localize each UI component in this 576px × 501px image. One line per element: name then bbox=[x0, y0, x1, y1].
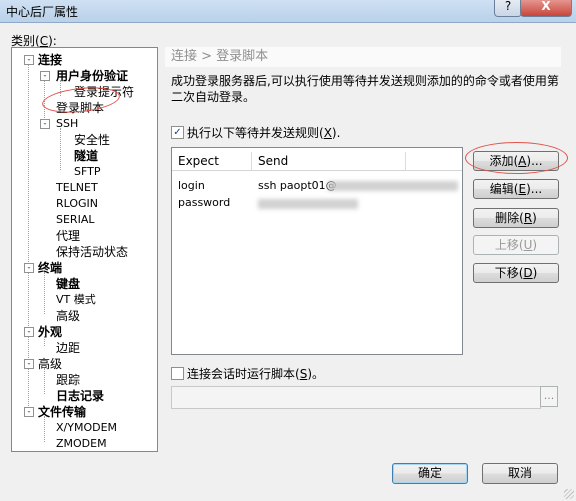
move-down-label: 下移( bbox=[494, 266, 524, 280]
rules-list-header: Expect Send bbox=[172, 152, 462, 171]
redacted-text bbox=[328, 181, 458, 191]
tree-item-terminal[interactable]: 终端 bbox=[38, 261, 62, 275]
tree-item-advanced[interactable]: 高级 bbox=[38, 357, 62, 371]
expect-send-label[interactable]: 执行以下等待并发送规则(X). bbox=[187, 124, 340, 141]
annotation-circle bbox=[465, 142, 568, 174]
tree-item-logging[interactable]: 日志记录 bbox=[56, 389, 104, 403]
tree-item-appearance[interactable]: 外观 bbox=[38, 325, 62, 339]
rules-list[interactable]: Expect Send login ssh paopt01@ password bbox=[171, 147, 463, 355]
window-title: 中心后厂属性 bbox=[6, 5, 79, 19]
column-separator[interactable] bbox=[405, 152, 406, 170]
delete-label: 删除( bbox=[495, 211, 524, 225]
tree-item-terminal-advanced[interactable]: 高级 bbox=[56, 309, 80, 323]
redacted-text bbox=[258, 199, 358, 209]
row-1-send[interactable]: ssh paopt01@ bbox=[258, 179, 337, 192]
tree-collapse-icon[interactable]: - bbox=[40, 119, 50, 129]
tree-item-security[interactable]: 安全性 bbox=[74, 133, 110, 147]
resize-grip[interactable] bbox=[564, 489, 574, 499]
move-up-label: 上移( bbox=[494, 238, 524, 252]
column-separator[interactable] bbox=[251, 152, 252, 170]
tree-item-zmodem[interactable]: ZMODEM bbox=[56, 437, 107, 451]
tree-collapse-icon[interactable]: - bbox=[24, 407, 34, 417]
tree-collapse-icon[interactable]: - bbox=[24, 55, 34, 65]
column-expect[interactable]: Expect bbox=[178, 154, 219, 168]
tree-connector bbox=[44, 416, 45, 442]
tree-collapse-icon[interactable]: - bbox=[40, 71, 50, 81]
tree-item-serial[interactable]: SERIAL bbox=[56, 213, 94, 227]
tree-item-file-transfer[interactable]: 文件传输 bbox=[38, 405, 86, 419]
delete-button[interactable]: 删除(R) bbox=[473, 208, 559, 228]
tree-collapse-icon[interactable]: - bbox=[24, 263, 34, 273]
expect-send-label-suffix: ). bbox=[331, 126, 341, 140]
category-tree[interactable]: - 连接 - 用户身份验证 登录提示符 登录脚本 - SSH 安全性 隧道 SF… bbox=[11, 47, 158, 452]
category-label-suffix: ): bbox=[48, 34, 57, 48]
browse-button[interactable]: ... bbox=[540, 386, 558, 407]
tree-item-margins[interactable]: 边距 bbox=[56, 341, 80, 355]
tree-item-ssh[interactable]: SSH bbox=[56, 117, 78, 131]
help-button[interactable]: ? bbox=[494, 0, 522, 17]
tree-item-rlogin[interactable]: RLOGIN bbox=[56, 197, 98, 211]
tree-item-sftp[interactable]: SFTP bbox=[74, 165, 100, 179]
row-2-expect[interactable]: password bbox=[178, 196, 230, 209]
tree-item-proxy[interactable]: 代理 bbox=[56, 229, 80, 243]
tree-connector bbox=[44, 272, 45, 314]
expect-send-label-key: X bbox=[323, 126, 332, 140]
category-label-key: C bbox=[39, 34, 49, 48]
tree-item-telnet[interactable]: TELNET bbox=[56, 181, 98, 195]
edit-button[interactable]: 编辑(E)... bbox=[473, 179, 559, 199]
expect-send-label-prefix: 执行以下等待并发送规则( bbox=[187, 126, 324, 140]
tree-item-keyboard[interactable]: 键盘 bbox=[56, 277, 80, 291]
tree-collapse-icon[interactable]: - bbox=[24, 359, 34, 369]
tree-item-auth[interactable]: 用户身份验证 bbox=[56, 69, 128, 83]
row-1-expect[interactable]: login bbox=[178, 179, 205, 192]
ok-button[interactable]: 确定 bbox=[392, 463, 468, 484]
script-path-field[interactable] bbox=[171, 386, 541, 409]
description-text: 成功登录服务器后,可以执行使用等待并发送规则添加的的命令或者使用第二次自动登录。 bbox=[171, 74, 559, 104]
tree-item-connection[interactable]: 连接 bbox=[38, 53, 62, 67]
expect-send-checkbox[interactable]: ✓ bbox=[171, 126, 184, 139]
move-down-suffix: ) bbox=[532, 266, 538, 280]
edit-label: 编辑( bbox=[489, 182, 519, 196]
tree-connector bbox=[60, 128, 61, 170]
tree-item-tunnel[interactable]: 隧道 bbox=[74, 149, 98, 163]
move-down-key: D bbox=[523, 266, 533, 280]
edit-key: E bbox=[518, 182, 527, 196]
move-up-button[interactable]: 上移(U) bbox=[473, 235, 559, 255]
tree-collapse-icon[interactable]: - bbox=[24, 327, 34, 337]
close-button[interactable]: X bbox=[520, 0, 572, 17]
session-script-label-suffix: )。 bbox=[307, 367, 324, 381]
tree-item-xymodem[interactable]: X/YMODEM bbox=[56, 421, 117, 435]
delete-key: R bbox=[523, 211, 533, 225]
session-script-checkbox[interactable] bbox=[171, 367, 184, 380]
cancel-button[interactable]: 取消 bbox=[482, 463, 558, 484]
category-label-prefix: 类别( bbox=[11, 34, 40, 48]
session-script-label-prefix: 连接会话时运行脚本( bbox=[187, 367, 300, 381]
tree-item-keepalive[interactable]: 保持活动状态 bbox=[56, 245, 128, 259]
title-bar: 中心后厂属性 ? X bbox=[0, 0, 576, 23]
annotation-circle bbox=[40, 83, 122, 117]
session-script-label[interactable]: 连接会话时运行脚本(S)。 bbox=[187, 365, 324, 382]
move-down-button[interactable]: 下移(D) bbox=[473, 263, 559, 283]
move-up-suffix: ) bbox=[532, 238, 538, 252]
section-header: 连接 > 登录脚本 bbox=[165, 47, 561, 67]
column-send[interactable]: Send bbox=[258, 154, 288, 168]
tree-item-trace[interactable]: 跟踪 bbox=[56, 373, 80, 387]
tree-item-vt-mode[interactable]: VT 模式 bbox=[56, 293, 96, 307]
edit-suffix: )... bbox=[526, 182, 543, 196]
tree-connector bbox=[44, 368, 45, 394]
delete-suffix: ) bbox=[532, 211, 537, 225]
